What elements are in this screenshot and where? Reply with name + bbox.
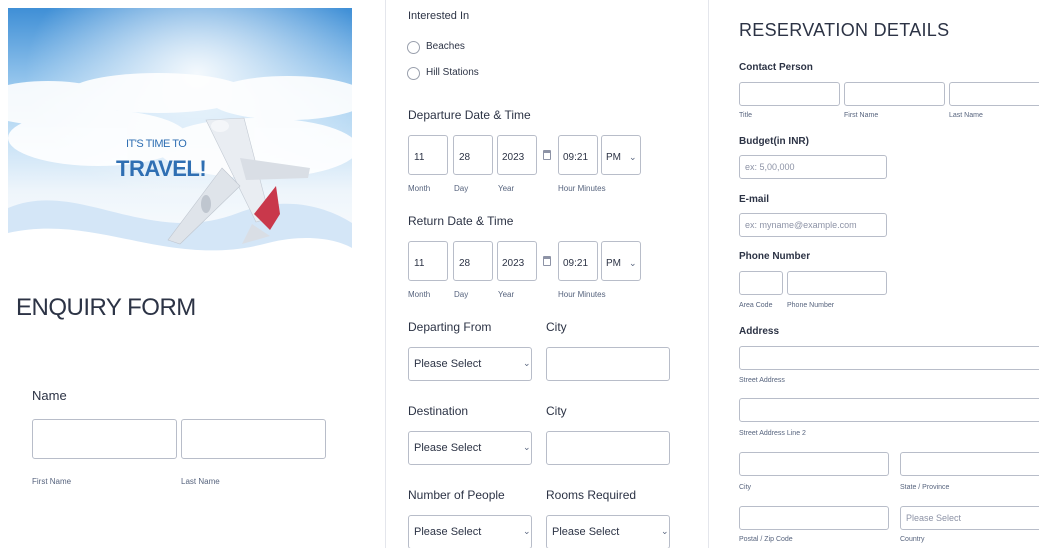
interested-in-label: Interested In — [408, 10, 470, 22]
hill-stations-radio[interactable] — [407, 67, 420, 80]
number-of-people-label: Number of People — [408, 488, 505, 502]
chevron-down-icon: ⌄ — [661, 526, 669, 536]
reservation-panel: RESERVATION DETAILS Contact Person Title… — [708, 0, 1039, 548]
departure-day-sublabel: Day — [454, 184, 469, 193]
chevron-down-icon: ⌄ — [523, 358, 531, 368]
rooms-required-value: Please Select — [552, 526, 620, 538]
street-address-line2-sublabel: Street Address Line 2 — [739, 430, 806, 437]
beaches-radio[interactable] — [407, 41, 420, 54]
hill-stations-option-label: Hill Stations — [426, 67, 479, 78]
departing-city-label: City — [546, 320, 567, 334]
trip-details-panel: Interested In Beaches Hill Stations Depa… — [385, 0, 690, 548]
budget-label: Budget(in INR) — [739, 136, 809, 147]
return-label: Return Date & Time — [408, 214, 514, 228]
chevron-down-icon: ⌄ — [629, 258, 637, 268]
return-time-value: 09:21 — [563, 258, 589, 269]
return-ampm-value: PM — [606, 258, 621, 269]
hero-tagline-top: IT'S TIME TO — [126, 138, 187, 150]
return-year-value: 2023 — [502, 258, 525, 269]
phone-number-sublabel: Phone Number — [787, 302, 835, 309]
destination-city-input[interactable] — [546, 431, 670, 465]
last-name-sublabel: Last Name — [181, 477, 220, 486]
postal-code-input[interactable] — [739, 506, 889, 530]
beaches-option-label: Beaches — [426, 41, 465, 52]
street-address-input[interactable] — [739, 346, 1039, 370]
departure-month-value: 11 — [414, 152, 425, 163]
chevron-down-icon: ⌄ — [629, 152, 637, 162]
contact-first-name-sublabel: First Name — [844, 112, 879, 119]
departure-time-sublabel: Hour Minutes — [558, 184, 606, 193]
area-code-sublabel: Area Code — [739, 302, 773, 309]
contact-person-label: Contact Person — [739, 62, 813, 73]
address-label: Address — [739, 326, 780, 337]
departure-ampm-value: PM — [606, 152, 621, 163]
calendar-icon[interactable] — [543, 256, 551, 266]
destination-label: Destination — [408, 404, 469, 418]
enquiry-panel: IT'S TIME TO TRAVEL! ENQUIRY FORM Name F… — [8, 8, 352, 548]
contact-first-name-input[interactable] — [844, 82, 945, 106]
departing-from-label: Departing From — [408, 320, 492, 334]
departure-label: Departure Date & Time — [408, 108, 531, 122]
chevron-down-icon: ⌄ — [523, 526, 531, 536]
last-name-input[interactable] — [181, 419, 326, 459]
destination-city-label: City — [546, 404, 567, 418]
departing-from-value: Please Select — [414, 358, 482, 370]
city-input[interactable] — [739, 452, 889, 476]
email-label: E-mail — [739, 194, 770, 205]
city-sublabel: City — [739, 484, 752, 491]
first-name-input[interactable] — [32, 419, 177, 459]
title-input[interactable] — [739, 82, 840, 106]
calendar-icon[interactable] — [543, 150, 551, 160]
departing-city-input[interactable] — [546, 347, 670, 381]
return-month-sublabel: Month — [408, 290, 431, 299]
number-of-people-value: Please Select — [414, 526, 482, 538]
state-province-input[interactable] — [900, 452, 1039, 476]
return-year-sublabel: Year — [498, 290, 515, 299]
area-code-input[interactable] — [739, 271, 783, 295]
chevron-down-icon: ⌄ — [523, 442, 531, 452]
departure-day-value: 28 — [459, 152, 471, 163]
departure-month-sublabel: Month — [408, 184, 431, 193]
departure-year-sublabel: Year — [498, 184, 515, 193]
street-address-sublabel: Street Address — [739, 377, 785, 384]
return-day-value: 28 — [459, 258, 471, 269]
first-name-sublabel: First Name — [32, 477, 72, 486]
phone-number-input[interactable] — [787, 271, 887, 295]
country-sublabel: Country — [900, 536, 925, 543]
return-day-sublabel: Day — [454, 290, 469, 299]
state-province-sublabel: State / Province — [900, 484, 950, 491]
email-placeholder: ex: myname@example.com — [745, 220, 857, 230]
hero-tagline-main: TRAVEL! — [116, 156, 207, 181]
return-month-value: 11 — [414, 258, 425, 269]
title-sublabel: Title — [739, 112, 752, 119]
contact-last-name-input[interactable] — [949, 82, 1039, 106]
return-time-sublabel: Hour Minutes — [558, 290, 606, 299]
country-placeholder: Please Select — [906, 513, 962, 523]
departure-year-value: 2023 — [502, 152, 525, 163]
street-address-line2-input[interactable] — [739, 398, 1039, 422]
contact-last-name-sublabel: Last Name — [949, 112, 983, 119]
postal-code-sublabel: Postal / Zip Code — [739, 536, 793, 543]
rooms-required-label: Rooms Required — [546, 488, 637, 502]
departure-time-value: 09:21 — [563, 152, 589, 163]
destination-value: Please Select — [414, 442, 482, 454]
budget-placeholder: ex: 5,00,000 — [745, 162, 795, 172]
phone-number-label: Phone Number — [739, 251, 811, 262]
name-label: Name — [32, 388, 67, 403]
reservation-title: RESERVATION DETAILS — [739, 20, 950, 40]
form-title: ENQUIRY FORM — [16, 294, 196, 321]
